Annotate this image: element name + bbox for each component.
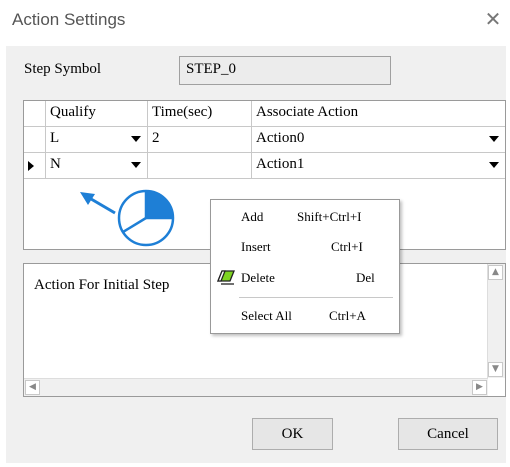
chevron-down-icon[interactable] (489, 162, 499, 168)
menu-item-select-all[interactable]: Select All Ctrl+A (211, 304, 399, 326)
cancel-button[interactable]: Cancel (398, 418, 498, 450)
step-symbol-label: Step Symbol (24, 61, 102, 77)
menu-item-label: Delete (241, 270, 275, 285)
scroll-left-icon[interactable]: ◀ (25, 380, 40, 395)
qualify-cell[interactable]: N (46, 153, 148, 179)
action-text-content: Action For Initial Step (34, 277, 170, 293)
eraser-icon (217, 270, 235, 285)
menu-separator (239, 297, 393, 298)
window-title: Action Settings (12, 10, 126, 29)
step-symbol-field: STEP_0 (179, 56, 391, 85)
chevron-down-icon[interactable] (131, 162, 141, 168)
qualify-cell[interactable]: L (46, 127, 148, 153)
associate-action-value: Action1 (256, 156, 305, 172)
menu-item-shortcut: Del (356, 270, 375, 285)
row-header-current[interactable] (24, 153, 46, 179)
menu-item-delete[interactable]: Delete Del (211, 266, 399, 288)
row-header-corner (24, 101, 46, 127)
row-header[interactable] (24, 127, 46, 153)
menu-item-label: Add (241, 209, 264, 224)
horizontal-scrollbar[interactable]: ◀ ▶ (24, 378, 488, 396)
column-header-time[interactable]: Time(sec) (148, 101, 252, 127)
menu-item-insert[interactable]: Insert Ctrl+I (211, 235, 399, 257)
associate-action-cell[interactable]: Action1 (252, 153, 505, 179)
ok-button[interactable]: OK (252, 418, 333, 450)
qualify-value: L (50, 130, 60, 146)
menu-item-add[interactable]: Add Shift+Ctrl+I (211, 205, 399, 227)
chevron-down-icon[interactable] (131, 136, 141, 142)
menu-item-label: Insert (241, 239, 271, 254)
context-menu: Add Shift+Ctrl+I Insert Ctrl+I Delete De… (210, 199, 400, 334)
menu-item-shortcut: Ctrl+I (331, 239, 363, 254)
scroll-right-icon[interactable]: ▶ (472, 380, 487, 395)
menu-item-label: Select All (241, 308, 292, 323)
scroll-up-icon[interactable]: ▲ (488, 265, 503, 280)
current-row-icon (28, 161, 34, 171)
menu-item-shortcut: Ctrl+A (329, 308, 366, 323)
chevron-down-icon[interactable] (489, 136, 499, 142)
vertical-scrollbar[interactable]: ▲ ▼ (487, 264, 505, 378)
scroll-down-icon[interactable]: ▼ (488, 362, 503, 377)
time-cell[interactable]: 2 (148, 127, 252, 153)
title-bar: Action Settings ✕ (0, 0, 510, 46)
time-cell[interactable] (148, 153, 252, 179)
column-header-action[interactable]: Associate Action (252, 101, 505, 127)
associate-action-cell[interactable]: Action0 (252, 127, 505, 153)
menu-item-shortcut: Shift+Ctrl+I (297, 209, 362, 224)
close-icon[interactable]: ✕ (482, 8, 504, 30)
column-header-qualify[interactable]: Qualify (46, 101, 148, 127)
qualify-value: N (50, 156, 61, 172)
associate-action-value: Action0 (256, 130, 305, 146)
